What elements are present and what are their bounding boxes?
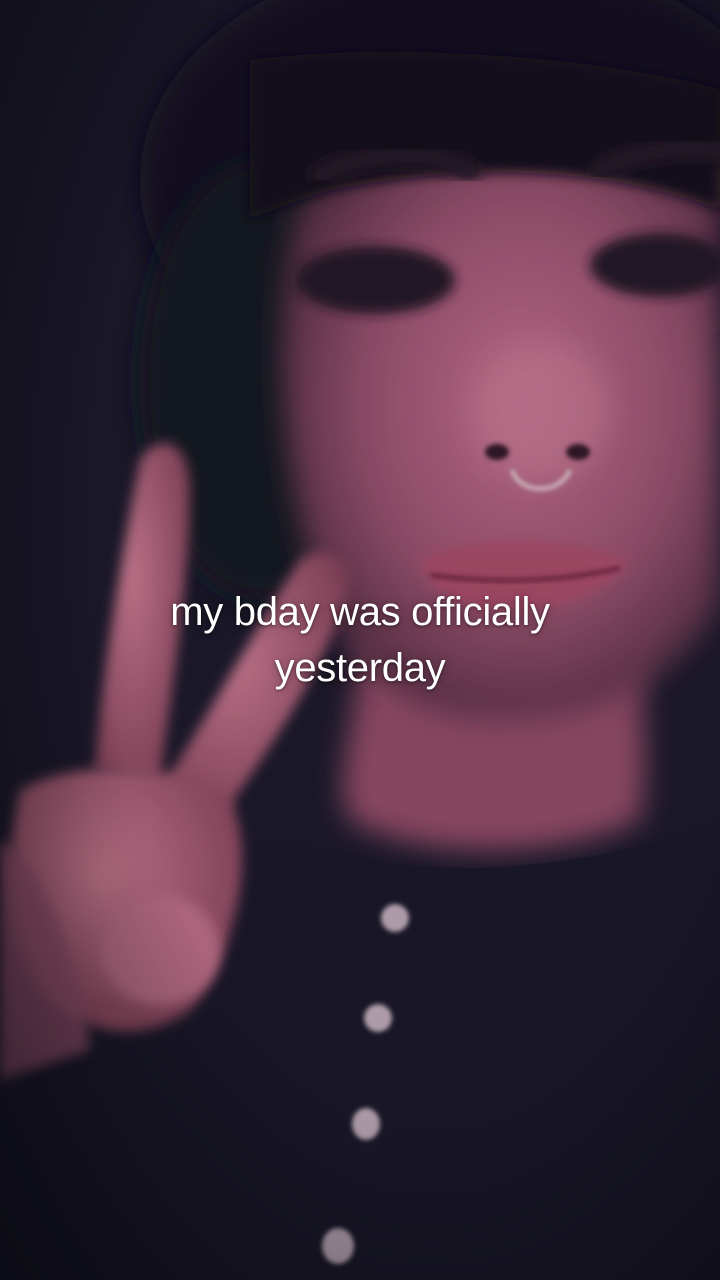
photo-scene: my bday was officially yesterday [0,0,720,1280]
caption-line-2: yesterday [274,646,446,690]
caption-line-1: my bday was officially [170,590,550,634]
caption-text: my bday was officially yesterday [60,584,660,696]
